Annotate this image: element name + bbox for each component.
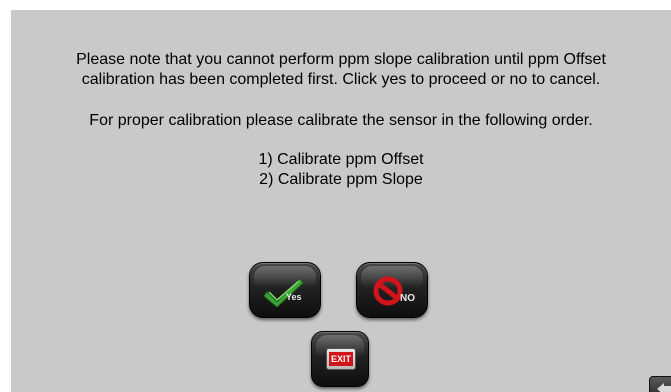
warning-message-line-2: calibration has been completed first. Cl… bbox=[81, 71, 601, 88]
back-button[interactable] bbox=[649, 376, 671, 392]
warning-message-line-1: Please note that you cannot perform ppm … bbox=[76, 51, 606, 68]
order-note: For proper calibration please calibrate … bbox=[89, 112, 593, 129]
back-arrow-icon bbox=[657, 383, 671, 392]
yes-button-label: Yes bbox=[286, 292, 302, 302]
calibration-step-1: 1) Calibrate ppm Offset bbox=[258, 151, 424, 168]
exit-button[interactable]: EXIT bbox=[311, 331, 369, 387]
calibration-step-2: 2) Calibrate ppm Slope bbox=[259, 171, 423, 188]
yes-button[interactable]: Yes bbox=[249, 262, 321, 318]
checkmark-icon bbox=[264, 278, 304, 307]
calibration-steps-list: 1) Calibrate ppm Offset 2) Calibrate ppm… bbox=[11, 150, 671, 190]
exit-button-label: EXIT bbox=[329, 352, 353, 366]
exit-sign-icon: EXIT bbox=[326, 348, 356, 370]
calibration-dialog: Please note that you cannot perform ppm … bbox=[11, 10, 671, 392]
warning-message: Please note that you cannot perform ppm … bbox=[11, 50, 671, 90]
no-button-label: NO bbox=[400, 293, 415, 304]
no-button[interactable]: NO bbox=[356, 262, 428, 318]
